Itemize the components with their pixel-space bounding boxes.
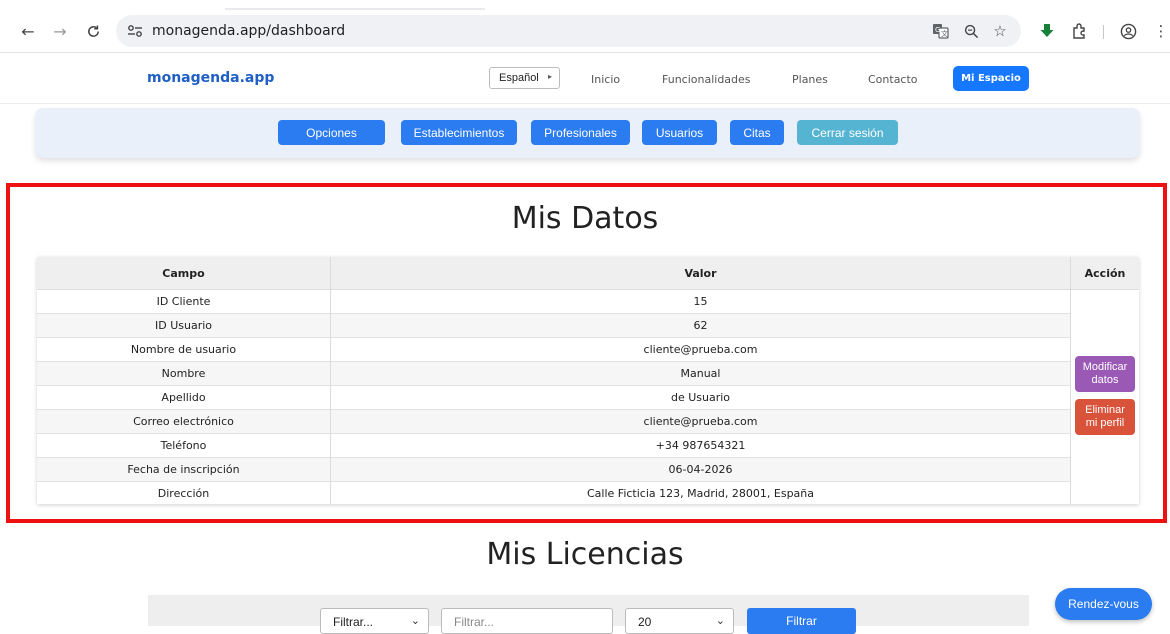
download-icon[interactable] (1037, 21, 1057, 41)
browser-toolbar: ← → monagenda.app/dashboard G文 ☆ ⋮ (0, 10, 1170, 53)
citas-button[interactable]: Citas (730, 120, 784, 145)
filter-button[interactable]: Filtrar (747, 608, 856, 634)
nav-link-mi-espacio[interactable]: Mi Espacio (953, 66, 1029, 91)
back-arrow-icon[interactable]: ← (18, 20, 38, 42)
highlight-box (6, 183, 1167, 523)
browser-tabstrip (0, 0, 1170, 10)
filter-input-placeholder: Filtrar... (454, 615, 495, 629)
reload-icon[interactable] (83, 20, 103, 42)
cerrar-sesion-button[interactable]: Cerrar sesión (797, 120, 898, 145)
opciones-button[interactable]: Opciones (278, 120, 385, 145)
svg-text:G: G (935, 26, 940, 34)
brand-logo[interactable]: monagenda.app (147, 70, 274, 86)
usuarios-button[interactable]: Usuarios (642, 120, 717, 145)
chevron-down-icon: ⌄ (410, 615, 420, 627)
page-size-select[interactable]: 20 ⌄ (625, 608, 734, 634)
page-size-value: 20 (638, 615, 652, 629)
nav-link-inicio[interactable]: Inicio (591, 73, 620, 86)
licenses-filter-bar: Filtrar... ⌄ Filtrar... 20 ⌄ Filtrar (148, 595, 1029, 634)
toolbar-separator (1103, 25, 1104, 39)
site-info-icon[interactable] (126, 22, 144, 40)
svg-text:文: 文 (941, 29, 948, 38)
establecimientos-button[interactable]: Establecimientos (401, 120, 517, 145)
zoom-icon[interactable] (961, 21, 981, 41)
profile-icon[interactable] (1118, 21, 1138, 41)
bookmark-star-icon[interactable]: ☆ (990, 21, 1010, 41)
nav-link-planes[interactable]: Planes (792, 73, 828, 86)
forward-arrow-icon[interactable]: → (50, 20, 70, 42)
nav-link-contacto[interactable]: Contacto (868, 73, 918, 86)
filter-input[interactable]: Filtrar... (441, 608, 613, 634)
nav-link-funcionalidades[interactable]: Funcionalidades (662, 73, 751, 86)
filter-field-select[interactable]: Filtrar... ⌄ (320, 608, 429, 634)
rendez-vous-button[interactable]: Rendez-vous (1055, 588, 1152, 620)
address-bar[interactable]: monagenda.app/dashboard G文 ☆ (116, 15, 1021, 47)
mis-licencias-title: Mis Licencias (486, 537, 684, 572)
site-navbar: monagenda.app Español ▸ Inicio Funcional… (0, 53, 1170, 104)
dashboard-actions-card: Opciones Establecimientos Profesionales … (35, 108, 1140, 158)
extensions-icon[interactable] (1070, 21, 1090, 41)
chevron-down-icon: ▸ (547, 72, 552, 81)
translate-icon[interactable]: G文 (930, 21, 950, 41)
menu-icon[interactable]: ⋮ (1151, 21, 1170, 41)
language-value: Español (499, 72, 539, 84)
profesionales-button[interactable]: Profesionales (531, 120, 630, 145)
filter-field-value: Filtrar... (333, 615, 374, 629)
url-text[interactable]: monagenda.app/dashboard (152, 22, 345, 40)
chevron-down-icon: ⌄ (715, 615, 725, 627)
language-select[interactable]: Español ▸ (489, 67, 560, 89)
